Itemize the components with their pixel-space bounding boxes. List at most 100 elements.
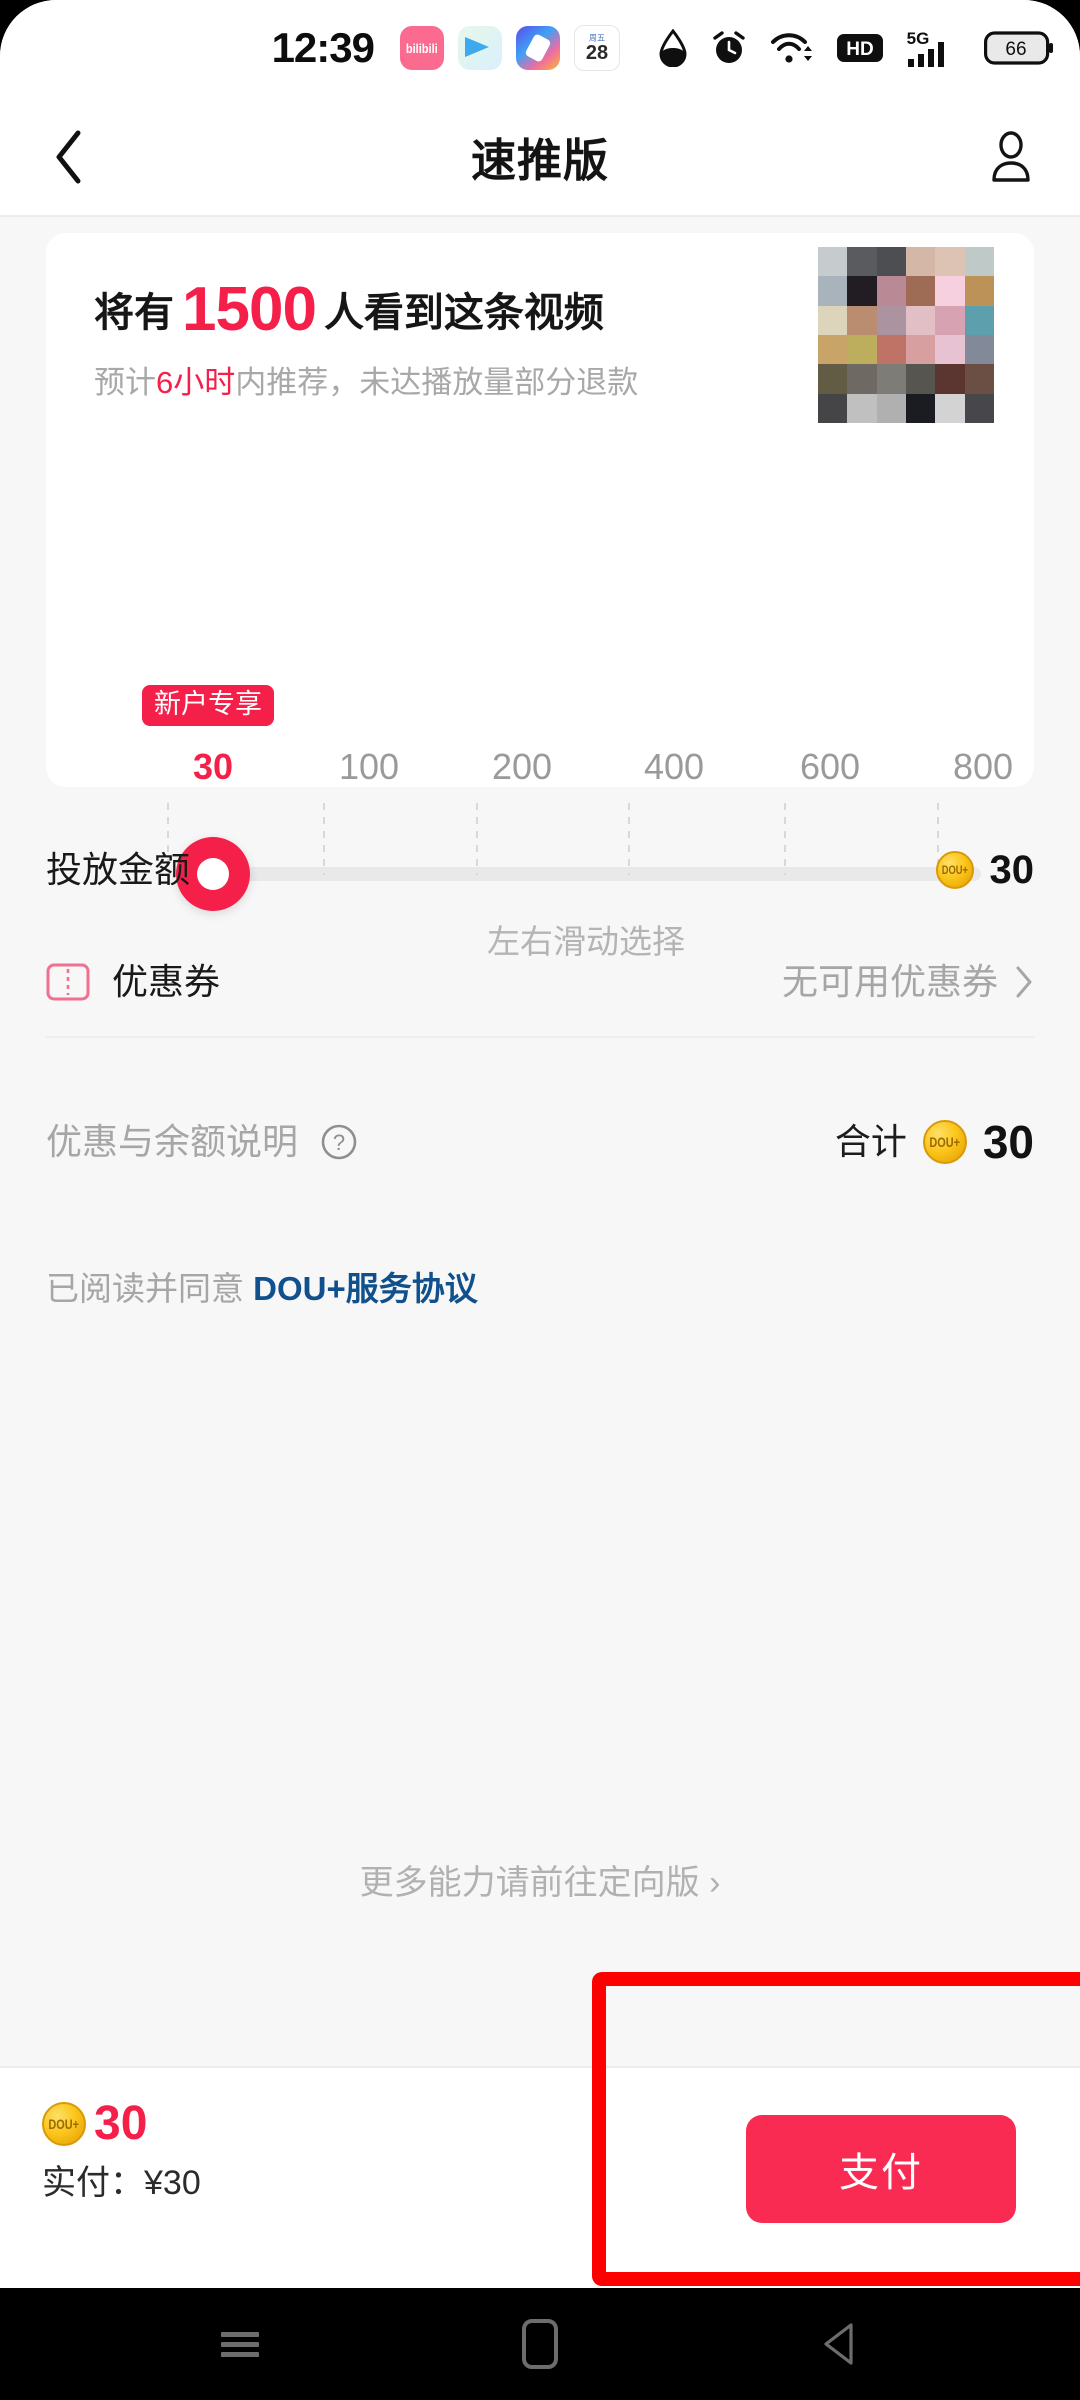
promo-suffix: 人看到这条视频 <box>323 291 604 335</box>
hd-icon: HD <box>837 34 883 62</box>
thumbnail-pixel-5 <box>964 247 994 277</box>
thumbnail-pixel-8 <box>876 276 906 306</box>
thumbnail-pixel-24 <box>818 364 848 394</box>
page-title: 速推版 <box>470 134 609 186</box>
signal-5g-icon: 5G <box>907 29 944 67</box>
slider-tick-200[interactable]: 200 <box>492 749 552 785</box>
chevron-right-icon: › <box>709 1864 721 1902</box>
promo-card[interactable]: 将有 1500 人看到这条视频 预计6小时内推荐，未达播放量部分退款 新户专享 30… <box>46 233 1034 958</box>
thumbnail-pixel-25 <box>847 364 877 394</box>
thumbnail-pixel-7 <box>847 276 877 306</box>
thumbnail-pixel-30 <box>818 393 848 423</box>
app-header: 速推版 <box>0 96 1080 216</box>
bilibili-icon-label: bilibili <box>406 40 438 56</box>
total-row: 优惠与余额说明 ? 合计 DOU+ 30 <box>0 1090 1080 1194</box>
thumbnail-pixel-28 <box>935 364 965 394</box>
coupon-icon <box>46 963 90 1001</box>
agreement-text[interactable]: 已阅读并同意 DOU+服务协议 <box>46 1272 478 1305</box>
thumbnail-pixel-26 <box>876 364 906 394</box>
slider-tick-100[interactable]: 100 <box>339 749 399 785</box>
thumbnail-pixel-1 <box>847 247 877 277</box>
svg-text:5G: 5G <box>907 29 930 48</box>
slider-tick-800[interactable]: 800 <box>953 749 1013 785</box>
status-bar: 12:39 bilibili 周五 28 HD 5G 66 <box>0 0 1080 96</box>
coupon-row-left: 优惠券 <box>46 962 220 1002</box>
explain-label: 优惠与余额说明 <box>46 1121 299 1162</box>
chevron-right-icon <box>1016 966 1032 998</box>
thumbnail-pixel-20 <box>876 335 906 365</box>
agreement-prefix: 已阅读并同意 <box>46 1270 254 1307</box>
slider-tick-30[interactable]: 30 <box>193 749 233 785</box>
more-capabilities-text: 更多能力请前往定向版 <box>359 1864 700 1902</box>
svg-text:HD: HD <box>846 39 873 60</box>
person-icon <box>992 131 1030 182</box>
thumbnail-pixel-21 <box>906 335 936 365</box>
thumbnail-pixel-18 <box>818 335 848 365</box>
thumbnail-pixel-13 <box>847 305 877 335</box>
more-capabilities-link[interactable]: 更多能力请前往定向版 › <box>0 1866 1080 1900</box>
dou-coin-icon: DOU+ <box>922 1120 967 1164</box>
thumbnail-pixel-3 <box>906 247 936 277</box>
promo-headline-block: 将有 1500 人看到这条视频 预计6小时内推荐，未达播放量部分退款 <box>94 279 714 399</box>
coupon-divider <box>46 1036 1034 1038</box>
promo-headline: 将有 1500 人看到这条视频 <box>94 279 714 341</box>
nav-home-button[interactable] <box>505 2309 575 2379</box>
promo-view-count: 1500 <box>182 275 317 344</box>
thumbnail-pixel-4 <box>935 247 965 277</box>
promo-subtitle: 预计6小时内推荐，未达播放量部分退款 <box>94 367 714 398</box>
thumbnail-pixel-16 <box>935 305 965 335</box>
promo-sub-hours: 6小时 <box>156 365 236 400</box>
pay-button[interactable]: 支付 <box>746 2115 1016 2223</box>
payment-bar: DOU+ 30 实付：¥30 支付 <box>0 2066 1080 2288</box>
svg-text:?: ? <box>333 1130 345 1155</box>
nav-back-button[interactable] <box>805 2309 875 2379</box>
budget-row-left: 投放金额 <box>46 852 190 888</box>
thumbnail-pixel-34 <box>935 393 965 423</box>
profile-button[interactable] <box>976 124 1046 190</box>
budget-row: 投放金额 DOU+ 30 <box>0 818 1080 922</box>
thumbnail-pixel-9 <box>906 276 936 306</box>
coupon-row[interactable]: 优惠券 无可用优惠券 <box>0 930 1080 1034</box>
thumbnail-pixel-27 <box>906 364 936 394</box>
new-user-badge: 新户专享 <box>142 685 274 726</box>
total-row-right: 合计 DOU+ 30 <box>835 1119 1034 1165</box>
nav-recents-button[interactable] <box>205 2309 275 2379</box>
phone-screenshot: 12:39 bilibili 周五 28 HD 5G 66 速推版 将有 150… <box>0 0 1080 2400</box>
total-row-left[interactable]: 优惠与余额说明 ? <box>46 1123 358 1161</box>
thumbnail-pixel-29 <box>964 364 994 394</box>
thumbnail-pixel-19 <box>847 335 877 365</box>
status-bar-clock: 12:39 <box>271 24 375 71</box>
thumbnail-pixel-12 <box>818 305 848 335</box>
agreement-link[interactable]: DOU+服务协议 <box>253 1270 478 1307</box>
help-circle-icon[interactable]: ? <box>320 1123 358 1161</box>
status-bar-indicators: HD 5G 66 <box>658 0 1054 96</box>
slider-tick-400[interactable]: 400 <box>644 749 704 785</box>
budget-row-right: DOU+ 30 <box>935 848 1035 892</box>
bilibili-icon: bilibili <box>400 26 444 70</box>
slider-tick-600[interactable]: 600 <box>800 749 860 785</box>
calendar-day: 28 <box>585 41 609 64</box>
battery-icon: 66 <box>984 31 1053 65</box>
video-thumbnail[interactable] <box>818 247 994 423</box>
coupon-label: 优惠券 <box>112 961 221 1002</box>
android-nav-bar <box>0 2288 1080 2400</box>
coupon-value: 无可用优惠券 <box>781 961 998 1002</box>
dou-coin-icon: DOU+ <box>935 851 974 889</box>
calendar-icon: 周五 28 <box>574 25 620 71</box>
budget-value: 30 <box>989 848 1035 892</box>
coupon-row-right[interactable]: 无可用优惠券 <box>782 964 1034 1000</box>
thumbnail-pixel-6 <box>818 276 848 306</box>
promo-sub-suffix: 内推荐，未达播放量部分退款 <box>235 365 639 400</box>
wifi-icon <box>771 33 812 63</box>
calendar-weekday: 周五 <box>589 33 605 43</box>
promo-prefix: 将有 <box>94 291 174 335</box>
thumbnail-pixel-31 <box>847 393 877 423</box>
thumbnail-pixel-32 <box>876 393 906 423</box>
hamburger-icon <box>221 2327 259 2362</box>
thumbnail-pixel-33 <box>906 393 936 423</box>
promo-sub-prefix: 预计 <box>94 365 156 400</box>
thumbnail-pixel-17 <box>964 305 994 335</box>
thumbnail-pixel-0 <box>818 247 848 277</box>
thumbnail-pixel-23 <box>964 335 994 365</box>
payment-amount: 30 <box>94 2097 148 2150</box>
